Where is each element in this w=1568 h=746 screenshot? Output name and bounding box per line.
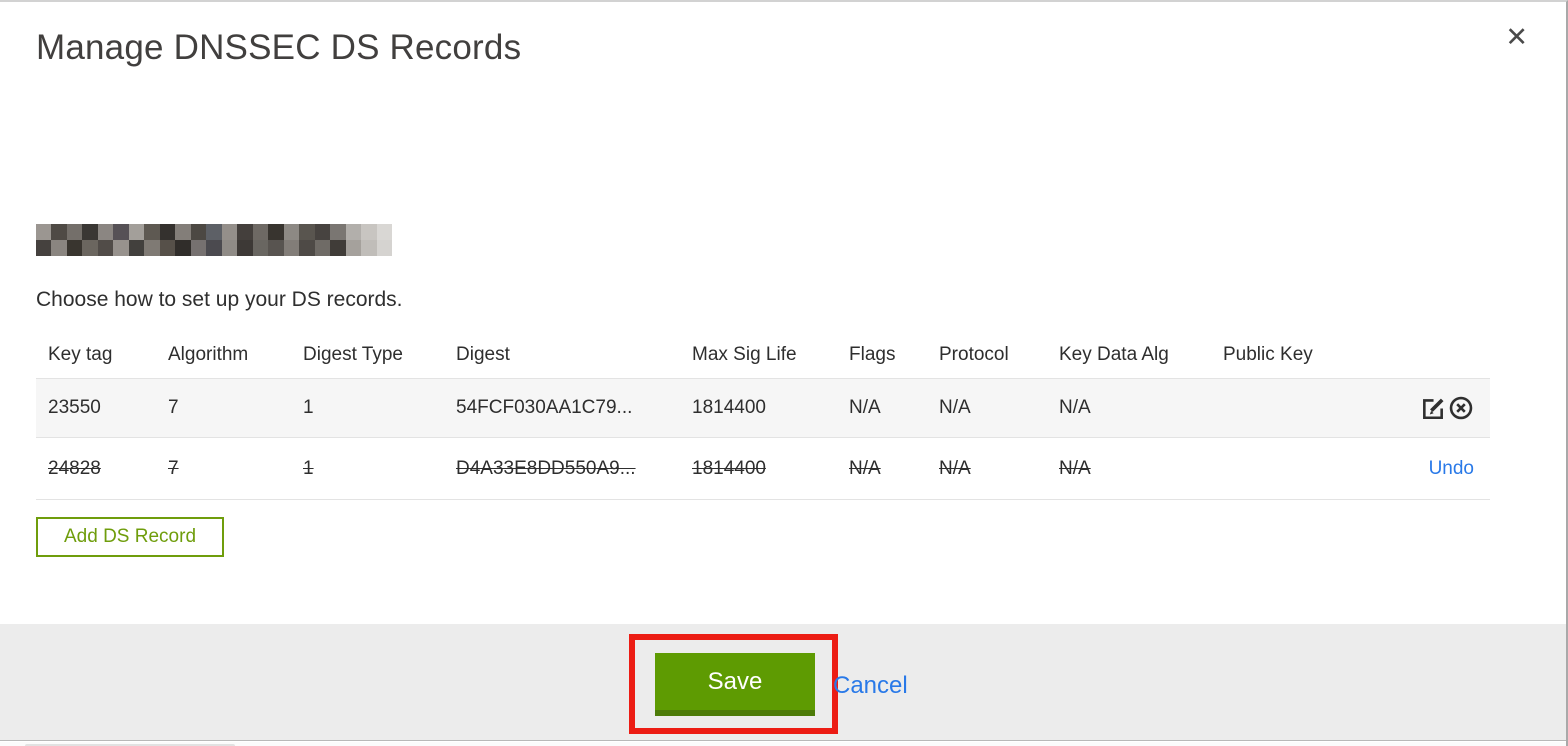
cancel-link[interactable]: Cancel [833, 670, 908, 702]
cell-protocol: N/A [939, 397, 971, 418]
cell-digest-type: 1 [303, 397, 314, 418]
cell-digest-type: 1 [303, 457, 314, 479]
column-header-key-data-alg: Key Data Alg [1059, 344, 1169, 365]
edit-icon[interactable] [1420, 395, 1446, 421]
table-row: 23550 7 1 54FCF030AA1C79... 1814400 N/A … [36, 378, 1490, 438]
ds-records-table: Key tag Algorithm Digest Type Digest Max… [36, 332, 1490, 500]
column-header-max-sig-life: Max Sig Life [692, 344, 797, 365]
column-header-digest: Digest [456, 344, 510, 365]
cell-algorithm: 7 [168, 457, 179, 479]
redacted-domain-name [36, 224, 392, 256]
instruction-text: Choose how to set up your DS records. [36, 288, 403, 311]
close-icon[interactable]: ✕ [1505, 24, 1528, 51]
table-header-row: Key tag Algorithm Digest Type Digest Max… [36, 332, 1490, 378]
column-header-digest-type: Digest Type [303, 344, 403, 365]
table-row-deleted: 24828 7 1 D4A33E8DD550A9... 1814400 N/A … [36, 438, 1490, 500]
column-header-key-tag: Key tag [48, 344, 113, 365]
page-title: Manage DNSSEC DS Records [36, 28, 522, 67]
cell-max-sig-life: 1814400 [692, 397, 766, 418]
save-button[interactable]: Save [655, 653, 815, 716]
cell-flags: N/A [849, 457, 881, 479]
delete-icon[interactable] [1448, 395, 1474, 421]
undo-link[interactable]: Undo [1429, 458, 1474, 480]
cell-key-tag: 23550 [48, 397, 101, 418]
column-header-public-key: Public Key [1223, 344, 1313, 365]
add-ds-record-button[interactable]: Add DS Record [36, 517, 225, 557]
cell-digest: 54FCF030AA1C79... [456, 397, 633, 418]
cell-key-data-alg: N/A [1059, 457, 1091, 479]
cell-digest: D4A33E8DD550A9... [456, 457, 636, 479]
row-actions: Undo [1394, 458, 1490, 480]
column-header-protocol: Protocol [939, 344, 1009, 365]
row-actions [1394, 395, 1490, 421]
cell-flags: N/A [849, 397, 881, 418]
cell-key-data-alg: N/A [1059, 397, 1091, 418]
column-header-flags: Flags [849, 344, 896, 365]
cell-key-tag: 24828 [48, 457, 101, 479]
cell-max-sig-life: 1814400 [692, 457, 766, 479]
cell-protocol: N/A [939, 457, 971, 479]
column-header-algorithm: Algorithm [168, 344, 249, 365]
cell-algorithm: 7 [168, 397, 179, 418]
dnssec-modal: Manage DNSSEC DS Records ✕ Choose how to… [0, 0, 1568, 746]
